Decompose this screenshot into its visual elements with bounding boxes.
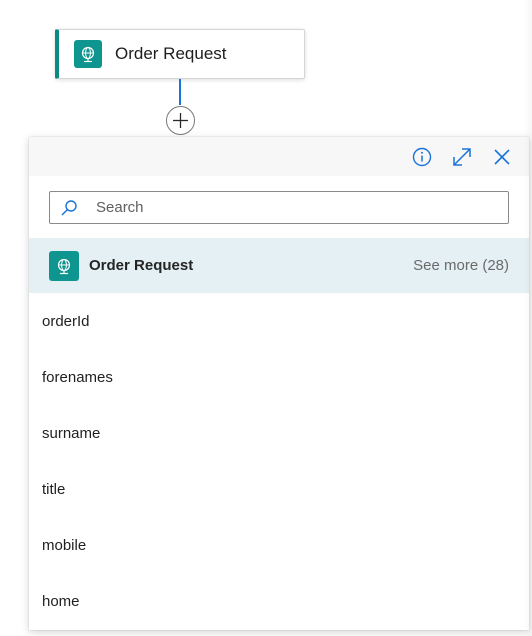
canvas-edge-shade <box>524 0 532 636</box>
dynamic-content-panel: Order Request See more (28) orderId fore… <box>29 137 529 630</box>
add-step-button[interactable] <box>166 106 195 135</box>
dynamic-content-item-surname[interactable]: surname <box>29 405 529 461</box>
content-group-header: Order Request See more (28) <box>29 238 529 293</box>
trigger-card[interactable]: Order Request <box>55 29 305 79</box>
group-title: Order Request <box>89 257 194 274</box>
designer-canvas: Order Request Search Order Request See m… <box>0 0 532 636</box>
search-box <box>49 191 509 224</box>
expand-icon[interactable] <box>451 146 473 168</box>
globe-request-icon <box>49 250 79 281</box>
dynamic-content-item-home[interactable]: home <box>29 573 529 629</box>
panel-header <box>29 137 529 176</box>
close-icon[interactable] <box>491 146 513 168</box>
dynamic-content-list: orderId forenames surname title mobile h… <box>29 293 529 629</box>
search-input[interactable] <box>50 192 508 223</box>
search-icon <box>61 200 77 216</box>
see-more-link[interactable]: See more (28) <box>413 257 509 274</box>
trigger-title: Order Request <box>115 44 227 63</box>
dynamic-content-item-mobile[interactable]: mobile <box>29 517 529 573</box>
globe-request-icon <box>74 40 102 68</box>
info-icon[interactable] <box>411 146 433 168</box>
dynamic-content-item-forenames[interactable]: forenames <box>29 349 529 405</box>
dynamic-content-item-title[interactable]: title <box>29 461 529 517</box>
connector-line <box>179 79 181 105</box>
plus-icon <box>173 113 188 128</box>
dynamic-content-item-orderid[interactable]: orderId <box>29 293 529 349</box>
